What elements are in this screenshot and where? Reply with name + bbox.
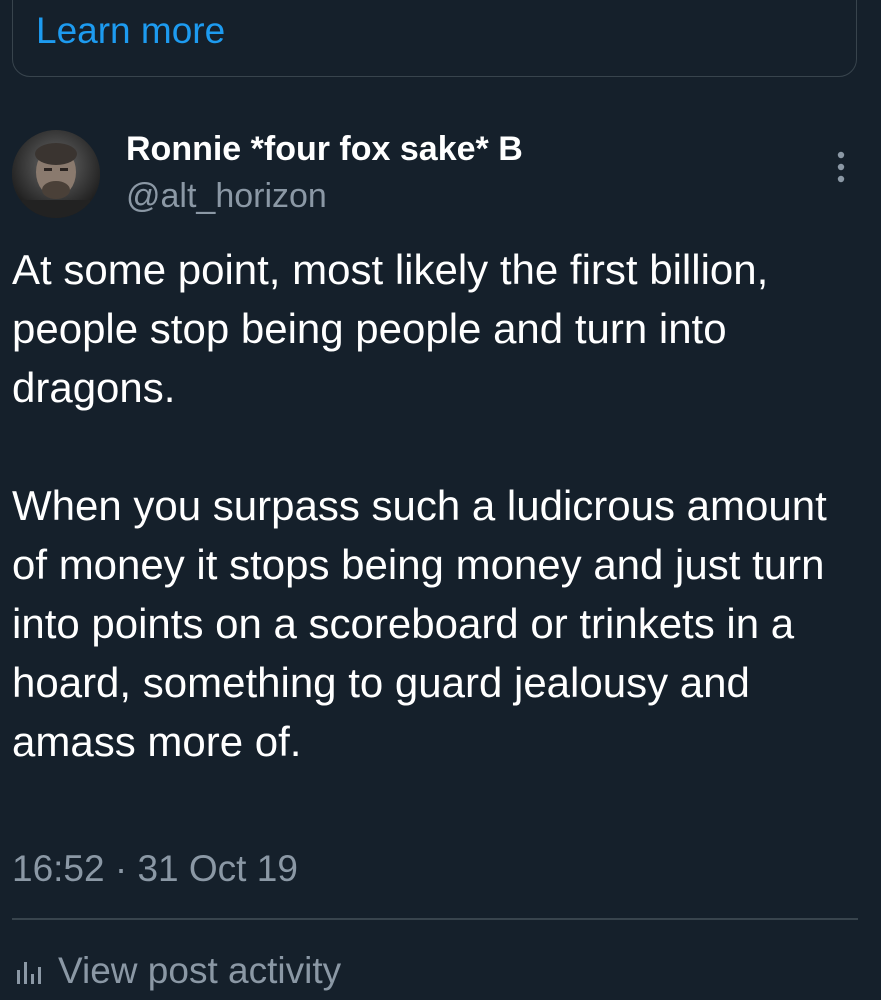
post-timestamp[interactable]: 16:52 · 31 Oct 19: [12, 846, 298, 892]
post-detail-page: Learn more Ronnie *four fox sake* B @alt…: [0, 0, 881, 1000]
more-options-icon[interactable]: [826, 148, 856, 188]
avatar-photo: [12, 130, 100, 218]
view-post-activity-link[interactable]: View post activity: [14, 948, 341, 994]
learn-more-link[interactable]: Learn more: [36, 8, 225, 54]
post-text-paragraph: At some point, most likely the first bil…: [12, 246, 769, 411]
divider: [12, 918, 858, 920]
bar-chart-icon: [14, 956, 44, 986]
post-text-paragraph: When you surpass such a ludicrous amount…: [12, 482, 827, 765]
post-text: At some point, most likely the first bil…: [12, 240, 862, 771]
author-display-name[interactable]: Ronnie *four fox sake* B: [126, 128, 523, 170]
view-post-activity-label: View post activity: [58, 950, 342, 991]
author-handle[interactable]: @alt_horizon: [126, 175, 327, 217]
avatar[interactable]: [12, 130, 100, 218]
